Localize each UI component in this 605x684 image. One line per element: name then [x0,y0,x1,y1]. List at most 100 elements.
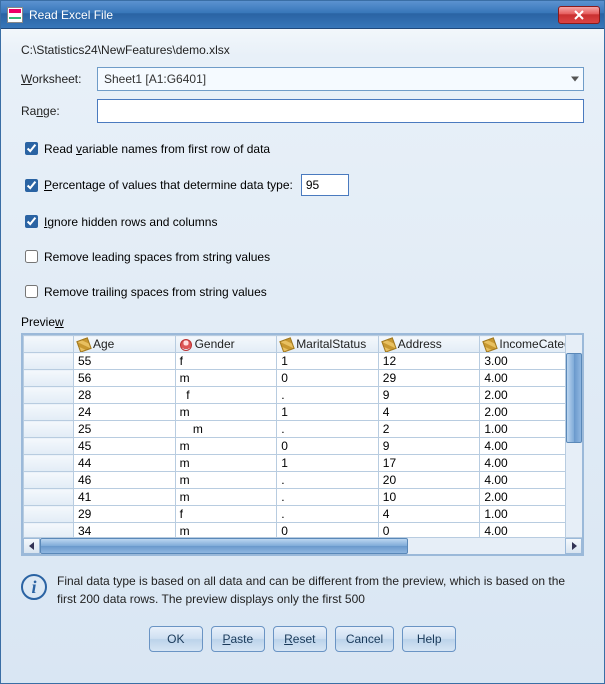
table-cell[interactable]: 45 [74,438,176,455]
table-cell[interactable]: 1 [277,353,379,370]
vertical-scrollbar-thumb[interactable] [566,353,582,443]
scroll-right-arrow[interactable] [565,538,582,554]
table-cell[interactable]: 28 [74,387,176,404]
table-cell[interactable]: f [175,353,277,370]
table-cell[interactable]: 29 [74,506,176,523]
table-row: 29f.41.00 [24,506,582,523]
horizontal-scrollbar[interactable] [23,537,582,554]
row-header[interactable] [24,421,74,438]
row-header[interactable] [24,387,74,404]
table-cell[interactable]: 0 [277,370,379,387]
dialog-content: C:\Statistics24\NewFeatures\demo.xlsx Wo… [1,29,604,683]
table-cell[interactable]: 0 [378,523,480,538]
column-header[interactable]: Age [74,336,176,353]
table-cell[interactable]: m [175,472,277,489]
table-cell[interactable]: 46 [74,472,176,489]
table-cell[interactable]: 55 [74,353,176,370]
button-row: OK Paste Reset Cancel Help [21,626,584,660]
column-header[interactable]: Gender [175,336,277,353]
remove-leading-row: Remove leading spaces from string values [21,247,584,266]
table-cell[interactable]: 56 [74,370,176,387]
table-cell[interactable]: f [175,506,277,523]
row-header[interactable] [24,353,74,370]
info-row: i Final data type is based on all data a… [21,572,584,608]
remove-leading-checkbox[interactable] [25,250,38,263]
table-cell[interactable]: 29 [378,370,480,387]
read-varnames-label: Read variable names from first row of da… [44,142,270,156]
table-cell[interactable]: 1 [277,404,379,421]
table-cell[interactable]: m [175,489,277,506]
range-input[interactable] [97,99,584,123]
remove-trailing-checkbox[interactable] [25,285,38,298]
table-cell[interactable]: 4 [378,506,480,523]
row-header[interactable] [24,523,74,538]
row-header[interactable] [24,455,74,472]
hscroll-track[interactable] [40,538,565,554]
row-header[interactable] [24,438,74,455]
worksheet-select[interactable]: Sheet1 [A1:G6401] [97,67,584,91]
table-cell[interactable]: 12 [378,353,480,370]
reset-button[interactable]: Reset [273,626,327,652]
table-cell[interactable]: 2 [378,421,480,438]
row-header[interactable] [24,370,74,387]
ignore-hidden-label: Ignore hidden rows and columns [44,215,217,229]
ignore-hidden-checkbox[interactable] [25,215,38,228]
table-cell[interactable]: 10 [378,489,480,506]
table-cell[interactable]: 1 [277,455,379,472]
table-cell[interactable]: 9 [378,438,480,455]
table-cell[interactable]: 20 [378,472,480,489]
horizontal-scrollbar-thumb[interactable] [40,538,408,554]
help-button[interactable]: Help [402,626,456,652]
table-cell[interactable]: 0 [277,523,379,538]
table-cell[interactable]: 9 [378,387,480,404]
scroll-left-arrow[interactable] [23,538,40,554]
table-cell[interactable]: . [277,472,379,489]
pct-determine-input[interactable] [301,174,349,196]
table-cell[interactable]: . [277,506,379,523]
table-cell[interactable]: 24 [74,404,176,421]
close-icon [574,10,584,20]
row-header[interactable] [24,489,74,506]
table-cell[interactable]: . [277,421,379,438]
pct-determine-checkbox[interactable] [25,179,38,192]
pct-determine-row: Percentage of values that determine data… [21,174,584,196]
table-row: 28 f.92.00 [24,387,582,404]
titlebar: Read Excel File [1,1,604,29]
table-cell[interactable]: m [175,523,277,538]
row-header[interactable] [24,472,74,489]
close-button[interactable] [558,6,600,24]
table-cell[interactable]: . [277,489,379,506]
read-varnames-checkbox[interactable] [25,142,38,155]
table-cell[interactable]: f [175,387,277,404]
app-icon [7,7,23,23]
scale-icon [76,337,91,352]
chevron-down-icon [571,77,579,82]
vertical-scrollbar[interactable] [565,335,582,537]
table-cell[interactable]: m [175,455,277,472]
paste-button[interactable]: Paste [211,626,265,652]
table-cell[interactable]: 44 [74,455,176,472]
cancel-button[interactable]: Cancel [335,626,394,652]
preview-scroll[interactable]: Age Gender MaritalStatus Address IncomeC… [23,335,582,537]
table-cell[interactable]: 0 [277,438,379,455]
column-header[interactable]: MaritalStatus [277,336,379,353]
table-cell[interactable]: 25 [74,421,176,438]
table-cell[interactable]: m [175,421,277,438]
ok-button[interactable]: OK [149,626,203,652]
row-header[interactable] [24,404,74,421]
table-cell[interactable]: 17 [378,455,480,472]
table-cell[interactable]: 34 [74,523,176,538]
row-header-blank [24,336,74,353]
table-cell[interactable]: m [175,438,277,455]
row-header[interactable] [24,506,74,523]
table-row: 25 m.21.00 [24,421,582,438]
pct-determine-label: Percentage of values that determine data… [44,178,293,192]
window-title: Read Excel File [29,8,558,22]
table-cell[interactable]: 41 [74,489,176,506]
table-cell[interactable]: 4 [378,404,480,421]
column-header[interactable]: Address [378,336,480,353]
table-cell[interactable]: . [277,387,379,404]
table-cell[interactable]: m [175,404,277,421]
preview-table-container: Age Gender MaritalStatus Address IncomeC… [21,333,584,556]
table-cell[interactable]: m [175,370,277,387]
